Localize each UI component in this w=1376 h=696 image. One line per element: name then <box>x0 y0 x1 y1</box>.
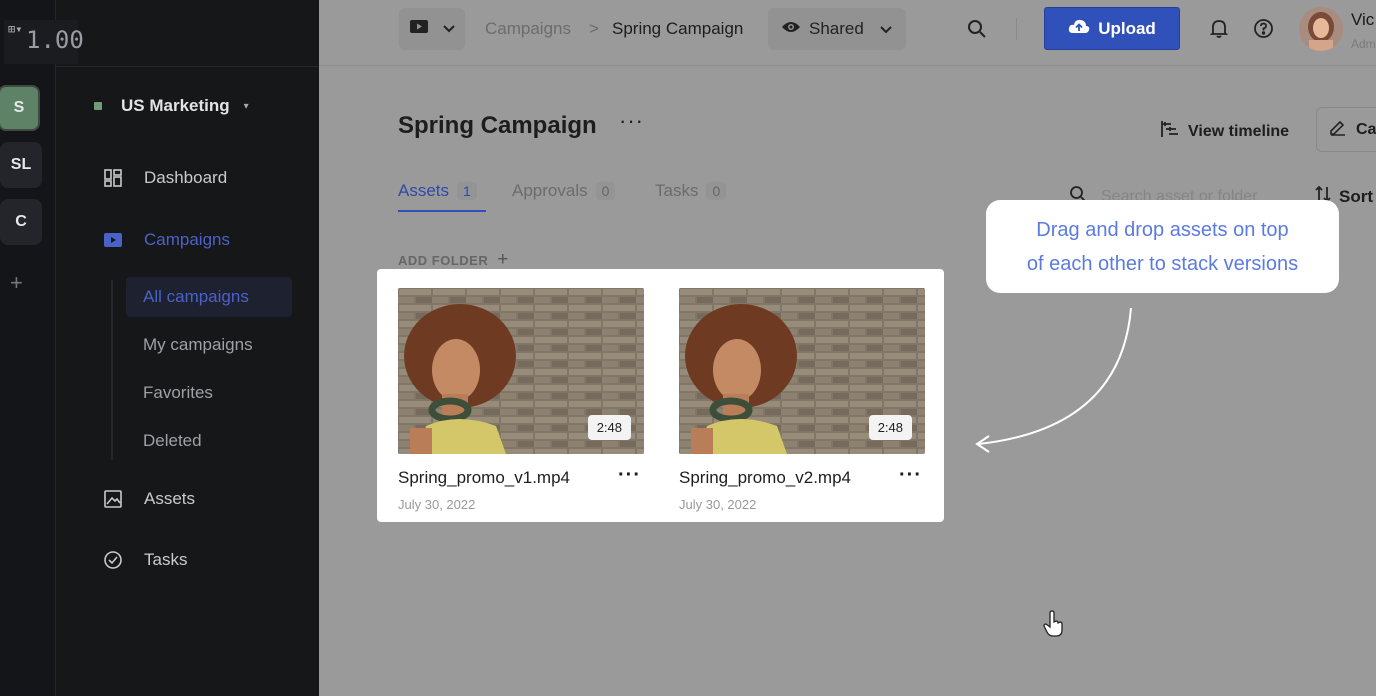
upload-label: Upload <box>1098 18 1156 38</box>
sidebar-item-dashboard[interactable]: Dashboard <box>102 167 227 189</box>
campaigns-icon <box>102 229 124 251</box>
sort-label: Sort <box>1339 186 1373 206</box>
sidebar-item-label: Dashboard <box>144 168 228 187</box>
chevron-down-icon <box>443 20 455 38</box>
tab-label: Assets <box>398 181 450 200</box>
sidebar-item-campaigns[interactable]: Campaigns <box>102 229 230 251</box>
sidebar-item-label: Tasks <box>144 550 188 569</box>
tooltip-line: of each other to stack versions <box>1026 252 1299 275</box>
workspace-rail: ⊞▾ 1.00 S SL C + <box>0 0 84 696</box>
chevron-down-icon: ▾ <box>243 100 249 112</box>
user-name: Vic <box>1351 10 1375 29</box>
sidebar-subitem-all-campaigns[interactable]: All campaigns <box>126 277 292 317</box>
workspace-sl[interactable]: SL <box>0 142 42 188</box>
edit-campaign-button[interactable]: Ca <box>1316 107 1376 152</box>
tooltip-arrow <box>975 307 1132 453</box>
plus-icon: + <box>497 249 509 270</box>
pencil-icon <box>1329 119 1346 141</box>
avatar[interactable] <box>1299 7 1343 51</box>
view-timeline-button[interactable]: View timeline <box>1160 119 1289 144</box>
share-label: Shared <box>809 19 864 38</box>
hand-cursor-icon <box>1043 610 1063 637</box>
tab-count: 1 <box>457 182 477 200</box>
asset-date: July 30, 2022 <box>398 497 476 512</box>
video-thumbnail[interactable]: 2:48 <box>679 288 925 454</box>
campaign-icon <box>409 18 429 40</box>
tab-count: 0 <box>706 182 727 200</box>
share-dropdown[interactable]: Shared <box>768 8 906 50</box>
sidebar: US Marketing ▾ Dashboard Campaigns All c… <box>56 0 319 696</box>
tab-label: Tasks <box>655 181 699 200</box>
version-overlay: ⊞▾ 1.00 <box>4 20 84 64</box>
edit-label: Ca <box>1356 120 1376 138</box>
sidebar-subitem-my-campaigns[interactable]: My campaigns <box>126 325 292 365</box>
check-circle-icon <box>102 549 124 571</box>
view-timeline-label: View timeline <box>1188 122 1290 140</box>
tab-label: Approvals <box>512 181 588 200</box>
toolbar-divider <box>1016 18 1017 40</box>
workspace-c[interactable]: C <box>0 199 42 245</box>
active-tab-indicator <box>398 210 486 212</box>
workspace-s[interactable]: S <box>0 85 40 131</box>
asset-filename: Spring_promo_v1.mp4 <box>398 468 570 487</box>
help-icon[interactable] <box>1253 18 1274 44</box>
chevron-down-icon <box>880 19 892 39</box>
asset-date: July 30, 2022 <box>679 497 757 512</box>
submenu-track <box>111 280 113 460</box>
user-role: Adm <box>1351 37 1376 51</box>
sidebar-item-assets[interactable]: Assets <box>102 488 195 510</box>
dashboard-icon <box>102 167 124 189</box>
main-content: Campaigns > Spring Campaign Shared Uploa… <box>319 0 1376 696</box>
tab-tasks[interactable]: Tasks 0 <box>655 181 727 201</box>
more-options-icon[interactable]: ··· <box>619 108 644 134</box>
stacking-tooltip: Drag and drop assets on top of each othe… <box>986 200 1339 293</box>
asset-card[interactable]: 2:48 Spring_promo_v1.mp4 ··· July 30, 20… <box>398 288 644 512</box>
sidebar-item-tasks[interactable]: Tasks <box>102 549 187 571</box>
tab-assets[interactable]: Assets 1 <box>398 181 477 201</box>
search-icon[interactable] <box>967 19 987 44</box>
sidebar-item-label: Campaigns <box>144 230 230 249</box>
top-bar: Campaigns > Spring Campaign Shared Uploa… <box>319 0 1376 66</box>
image-icon <box>102 488 124 510</box>
cloud-upload-icon <box>1068 18 1090 39</box>
org-name: US Marketing <box>121 96 230 115</box>
org-color-dot <box>94 102 102 110</box>
add-folder-button[interactable]: ADD FOLDER + <box>398 249 509 271</box>
version-label: 1.00 <box>26 26 84 54</box>
asset-more-icon[interactable]: ··· <box>899 464 922 487</box>
add-folder-label: ADD FOLDER <box>398 252 489 268</box>
view-switcher-button[interactable] <box>399 8 465 50</box>
page-title: Spring Campaign <box>398 112 597 139</box>
sidebar-item-label: Assets <box>144 489 196 508</box>
asset-grid: 2:48 Spring_promo_v1.mp4 ··· July 30, 20… <box>377 269 944 522</box>
timeline-icon <box>1160 119 1180 144</box>
breadcrumb-separator: > <box>589 19 599 38</box>
tooltip-line: Drag and drop assets on top <box>1036 218 1289 241</box>
eye-icon <box>781 19 801 39</box>
breadcrumb-current: Spring Campaign <box>612 19 744 38</box>
sidebar-subitem-favorites[interactable]: Favorites <box>126 373 292 413</box>
bell-icon[interactable] <box>1209 18 1229 43</box>
org-switcher[interactable]: US Marketing ▾ <box>94 96 249 116</box>
add-workspace-button[interactable]: + <box>10 270 23 296</box>
asset-more-icon[interactable]: ··· <box>618 464 641 487</box>
asset-filename: Spring_promo_v2.mp4 <box>679 468 851 487</box>
duration-badge: 2:48 <box>587 415 631 440</box>
asset-card[interactable]: 2:48 Spring_promo_v2.mp4 ··· July 30, 20… <box>679 288 925 512</box>
upload-button[interactable]: Upload <box>1044 7 1180 50</box>
sidebar-divider <box>56 66 319 67</box>
sidebar-subitem-deleted[interactable]: Deleted <box>126 421 292 461</box>
tab-approvals[interactable]: Approvals 0 <box>512 181 616 201</box>
breadcrumb-campaigns[interactable]: Campaigns <box>485 19 571 39</box>
tab-count: 0 <box>595 182 616 200</box>
duration-badge: 2:48 <box>868 415 912 440</box>
video-thumbnail[interactable]: 2:48 <box>398 288 644 454</box>
overlay-icon: ⊞▾ <box>8 22 23 36</box>
